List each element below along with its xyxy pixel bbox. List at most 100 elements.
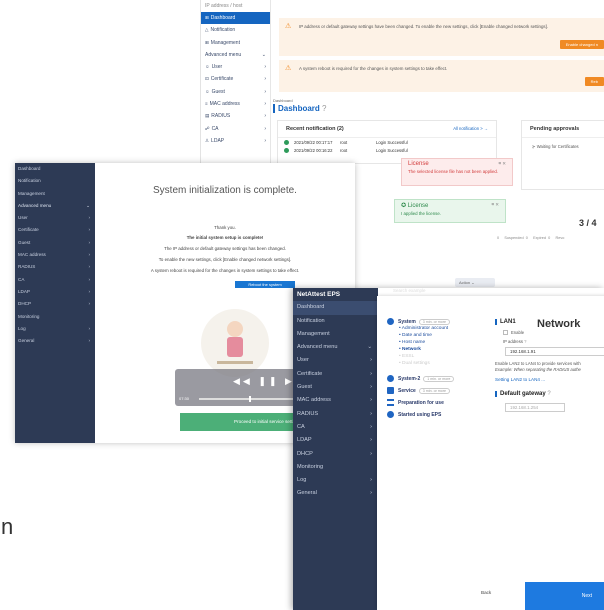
notif-time: 2021/09/22 00:16:22	[294, 147, 333, 153]
pending-item: ⊱ Waiting for Certificates	[532, 144, 579, 149]
sidebar-item-ldap[interactable]: LDAP ›	[293, 434, 378, 447]
back-button[interactable]: Back	[481, 590, 491, 595]
sidebar-item-user[interactable]: ☺ User ›	[201, 61, 270, 73]
setting-lan2-link[interactable]: Setting LAN2 to LAN4 ...	[495, 377, 545, 382]
close-icon[interactable]: ⌗ ✕	[491, 202, 499, 209]
help-icon[interactable]: ?	[322, 104, 326, 113]
dialog-title: Network	[537, 318, 581, 330]
sidebar-item-advanced-menu[interactable]: Advanced menu ⌄	[201, 49, 270, 61]
chevron-right-icon: ›	[88, 338, 90, 344]
sidebar-item-dhcp[interactable]: DHCP ›	[15, 298, 95, 310]
step-system-2[interactable]: System-2 1 min. or more	[387, 375, 455, 382]
sidebar-item-certificate[interactable]: Certificate ›	[293, 368, 378, 381]
default-gateway-input[interactable]: 192.168.1.254	[505, 403, 565, 412]
lan-hint: Enable LAN2 to LAN4 to provide services …	[495, 361, 581, 366]
sidebar-item-ca[interactable]: CA ›	[15, 274, 95, 286]
all-notification-link[interactable]: All notification > →	[453, 126, 488, 132]
sidebar-item-ca[interactable]: ☍ CA ›	[201, 123, 270, 135]
sidebar-item-log[interactable]: Log ›	[15, 323, 95, 335]
chevron-right-icon: ›	[370, 450, 372, 457]
sidebar-item-mac-address[interactable]: MAC address ›	[293, 394, 378, 407]
chevron-right-icon: ›	[264, 76, 266, 83]
enable-checkbox[interactable]: Enable	[503, 330, 524, 336]
sidebar-item-monitoring[interactable]: Monitoring	[293, 461, 378, 474]
sidebar-item-dashboard[interactable]: Dashboard	[15, 163, 95, 175]
ip-address-input[interactable]: 192.168.1.91	[505, 347, 604, 356]
sidebar-item-notification[interactable]: △ Notification	[201, 24, 270, 36]
sidebar-item-mac-address[interactable]: MAC address ›	[15, 249, 95, 261]
panel-title: Pending approvals	[522, 121, 604, 138]
toast-title: License	[408, 161, 429, 167]
sidebar-item-dhcp[interactable]: DHCP ›	[293, 448, 378, 461]
video-player[interactable]: ◀◀ ❚❚ ▶▶ 07:30	[175, 369, 310, 406]
help-icon[interactable]: ?	[547, 391, 550, 397]
chevron-right-icon: ›	[264, 125, 266, 132]
close-icon[interactable]: ⌗ ✕	[498, 161, 506, 167]
reboot-system-button[interactable]: Reboot the system	[235, 281, 295, 288]
page-title: Dashboard ?	[273, 104, 326, 113]
sidebar-item-dashboard[interactable]: Dashboard	[293, 301, 378, 315]
ca-icon: ☍	[205, 125, 210, 131]
sidebar-item-ldap[interactable]: ♙ LDAP ›	[201, 135, 270, 147]
stray-letter: n	[1, 514, 14, 539]
chevron-right-icon: ›	[264, 101, 266, 108]
sidebar-top-item[interactable]: IP address / host	[201, 0, 270, 12]
play-icon	[387, 411, 394, 418]
substep[interactable]: • Administrator account	[399, 326, 448, 331]
sidebar-item-certificate[interactable]: Certificate ›	[15, 224, 95, 236]
sidebar-item-radius[interactable]: RADIUS ›	[293, 408, 378, 421]
sidebar-item-log[interactable]: Log ›	[293, 474, 378, 487]
substep[interactable]: • Host name	[399, 340, 425, 345]
sidebar-item-user[interactable]: User ›	[293, 354, 378, 367]
action-dropdown[interactable]: Action ⌄	[455, 278, 495, 287]
reboot-button[interactable]: Reb	[584, 77, 604, 86]
network-setup-dialog: Network System 3 min. or more • Administr…	[377, 296, 604, 610]
sidebar-item-management[interactable]: ⊞ Management	[201, 37, 270, 49]
check-icon	[284, 147, 289, 153]
lan1-title: LAN1	[495, 319, 516, 325]
sidebar-item-general[interactable]: General ›	[293, 487, 378, 500]
help-icon[interactable]: ?	[524, 339, 526, 344]
sidebar-item-advanced-menu[interactable]: Advanced menu ⌄	[293, 341, 378, 354]
step-system[interactable]: System 3 min. or more	[387, 318, 450, 325]
rewind-icon[interactable]: ◀◀	[233, 376, 253, 386]
sidebar-item-guest[interactable]: Guest ›	[293, 381, 378, 394]
sidebar-item-user[interactable]: User ›	[15, 212, 95, 224]
chevron-right-icon: ›	[370, 357, 372, 364]
pause-icon[interactable]: ❚❚	[258, 376, 279, 386]
step-service[interactable]: Service 3 min. or more	[387, 387, 450, 394]
search-text: Search example	[393, 288, 426, 293]
sidebar-item-guest[interactable]: ☺ Guest ›	[201, 86, 270, 98]
substep[interactable]: • Date and time	[399, 333, 432, 338]
sidebar-item-mac-address[interactable]: ≡ MAC address ›	[201, 98, 270, 110]
sidebar-item-management[interactable]: Management	[293, 328, 378, 341]
next-button[interactable]: Next	[525, 582, 604, 610]
sidebar-item-advanced-menu[interactable]: Advanced menu ⌄	[15, 200, 95, 212]
sidebar-item-monitoring[interactable]: Monitoring	[15, 311, 95, 323]
radius-icon: ▤	[205, 113, 210, 119]
brand-logo: NetAttest EPS	[297, 291, 340, 298]
chevron-right-icon: ›	[370, 370, 372, 377]
sidebar-item-management[interactable]: Management	[15, 188, 95, 200]
sidebar-item-radius[interactable]: ▤ RADIUS ›	[201, 110, 270, 122]
sidebar-item-certificate[interactable]: ⊡ Certificate ›	[201, 73, 270, 85]
chart-axis-labels: 0 Suspended 0 Expired 0 Revo	[497, 236, 565, 240]
enable-network-settings-button[interactable]: Enable changed n	[559, 40, 604, 49]
sliders-icon	[387, 399, 394, 406]
chevron-right-icon: ›	[370, 410, 372, 417]
sidebar-item-general[interactable]: General ›	[15, 335, 95, 347]
sidebar-item-ca[interactable]: CA ›	[293, 421, 378, 434]
sidebar-item-ldap[interactable]: LDAP ›	[15, 286, 95, 298]
step-preparation[interactable]: Preparation for use	[387, 399, 444, 406]
sidebar-item-guest[interactable]: Guest ›	[15, 237, 95, 249]
chevron-right-icon: ›	[88, 215, 90, 221]
sidebar-item-notification[interactable]: Notification	[15, 175, 95, 187]
video-progress-track[interactable]	[199, 398, 304, 400]
sidebar-item-dashboard[interactable]: ⊞ Dashboard	[201, 12, 270, 25]
step-started[interactable]: Started using EPS	[387, 411, 441, 418]
substep: • ESSL	[399, 354, 415, 359]
video-scrubber[interactable]	[249, 396, 251, 402]
sidebar-item-radius[interactable]: RADIUS ›	[15, 261, 95, 273]
substep-network[interactable]: • Network	[399, 347, 421, 352]
sidebar-item-notification[interactable]: Notification	[293, 315, 378, 328]
